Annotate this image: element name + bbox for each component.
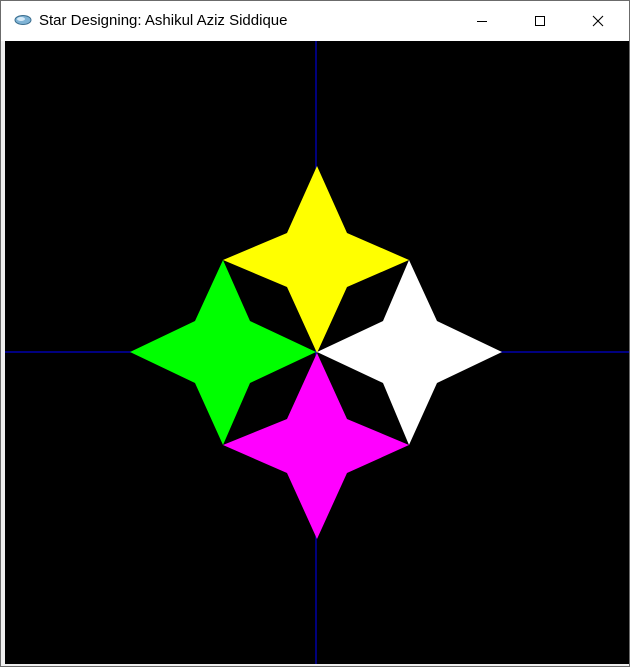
star-scene bbox=[5, 41, 629, 665]
window-bottom-border bbox=[1, 664, 629, 666]
maximize-icon bbox=[535, 16, 545, 26]
close-icon bbox=[592, 15, 604, 27]
opengl-app-icon bbox=[14, 15, 32, 25]
minimize-button[interactable] bbox=[453, 1, 511, 41]
drawing-canvas[interactable] bbox=[5, 41, 629, 665]
window-title: Star Designing: Ashikul Aziz Siddique bbox=[39, 12, 288, 29]
app-window: Star Designing: Ashikul Aziz Siddique bbox=[0, 0, 630, 667]
minimize-icon bbox=[477, 21, 487, 22]
close-button[interactable] bbox=[569, 1, 627, 41]
maximize-button[interactable] bbox=[511, 1, 569, 41]
title-bar[interactable]: Star Designing: Ashikul Aziz Siddique bbox=[1, 1, 629, 41]
